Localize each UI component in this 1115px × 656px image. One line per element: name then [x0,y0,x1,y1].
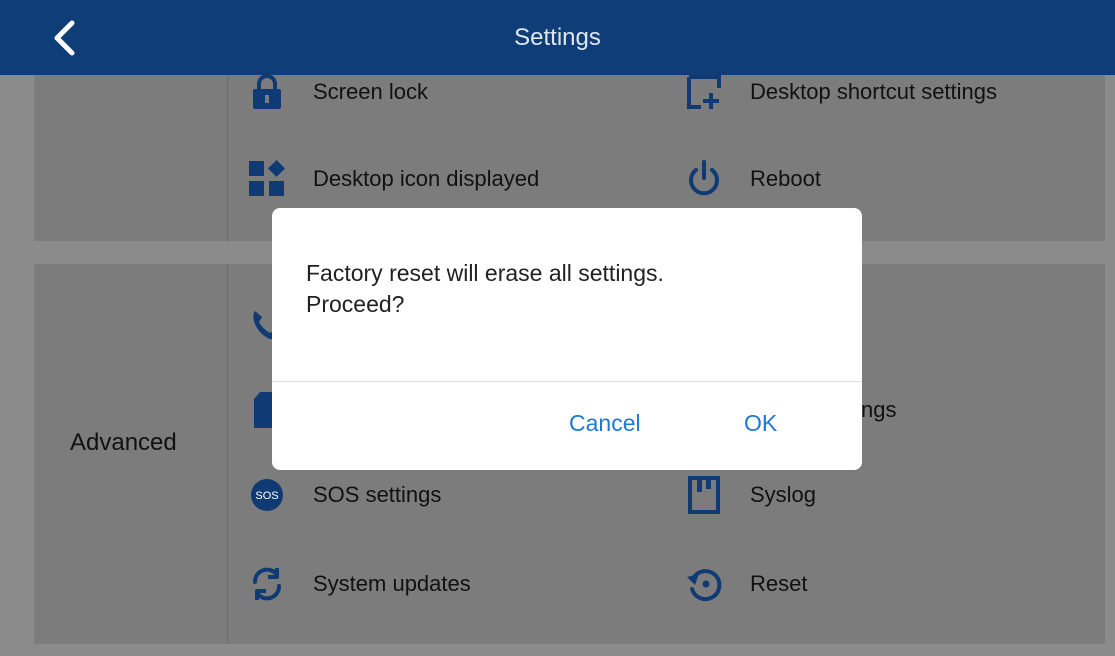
setting-desktop-shortcut[interactable]: Desktop shortcut settings [682,70,997,114]
setting-system-updates[interactable]: System updates [245,562,471,606]
dialog-divider [272,381,862,382]
setting-label: System updates [313,571,471,596]
dialog-message-line: Factory reset will erase all settings. [306,260,664,286]
lock-icon [245,70,289,114]
setting-label: Desktop shortcut settings [750,79,998,104]
setting-sos[interactable]: SOS SOS settings [245,473,441,517]
confirm-dialog: Factory reset will erase all settings. P… [272,208,862,470]
setting-reboot[interactable]: Reboot [682,157,821,201]
cancel-button[interactable]: Cancel [569,403,641,443]
top-bar: Settings [0,0,1115,75]
panel-divider [227,264,228,644]
setting-label: Desktop icon displayed [313,166,540,191]
setting-label: Screen lock [313,79,428,104]
restore-icon [682,562,726,606]
setting-label: SOS settings [313,482,442,507]
setting-screen-lock[interactable]: Screen lock [245,70,428,114]
widgets-icon [245,157,289,201]
dialog-message: Factory reset will erase all settings. P… [306,258,826,320]
ok-button[interactable]: OK [744,403,777,443]
power-icon [682,157,726,201]
page-title: Settings [514,23,601,51]
dialog-message-line: Proceed? [306,291,405,317]
sos-icon-text: SOS [255,490,278,502]
panel-divider [227,75,228,241]
add-shortcut-icon [682,70,726,114]
document-icon [682,473,726,517]
section-label-advanced: Advanced [70,429,177,456]
setting-label: Reset [750,571,808,596]
setting-syslog[interactable]: Syslog [682,473,816,517]
setting-label: Reboot [750,166,821,191]
setting-desktop-icon[interactable]: Desktop icon displayed [245,157,539,201]
setting-label: Syslog [750,482,817,507]
sync-icon [245,562,289,606]
sos-icon: SOS [245,473,289,517]
setting-reset[interactable]: Reset [682,562,807,606]
